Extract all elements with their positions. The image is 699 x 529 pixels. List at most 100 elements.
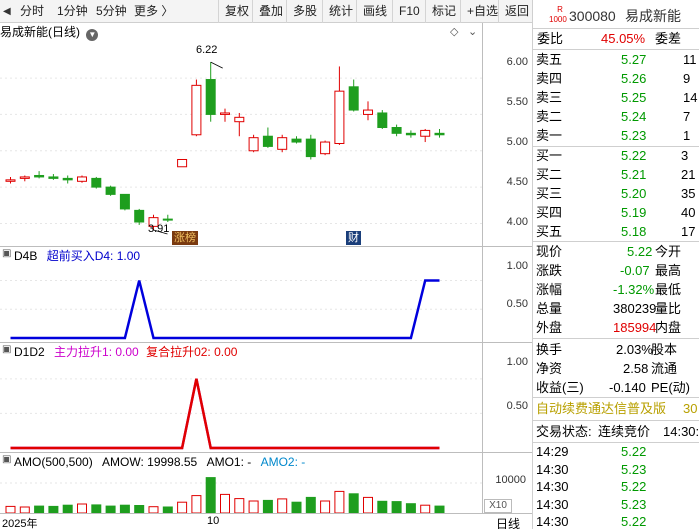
buy-volume: 40 [681,205,696,220]
buy-label: 买五 [536,224,563,239]
candle-body [5,179,16,182]
collapse-icon[interactable]: ▣ [2,344,11,355]
tick-time: 14:30 [536,496,569,512]
toolbar-item-tongji[interactable]: 统计 [322,0,353,23]
buy-volume: 17 [681,224,696,239]
collapse-icon[interactable]: ▣ [2,248,11,259]
sell-row[interactable]: 卖五 5.27 11 [533,51,699,69]
sell-label: 卖二 [536,109,563,124]
buy-price: 5.22 [621,148,647,163]
d1d2-chart[interactable] [0,361,482,452]
zhangbang-tag[interactable]: 涨榜 [172,231,198,245]
sell-row[interactable]: 卖一 5.23 1 [533,127,699,145]
amow-label: AMOW: 19998.55 [102,455,198,469]
buy-volume: 35 [681,186,696,201]
stock-code: 300080 [569,8,616,24]
toolbar-item-biaoji[interactable]: 标记 [425,0,456,23]
tick-row[interactable]: 14:30 5.22 [533,513,699,529]
finance-tag[interactable]: 财 [346,231,361,245]
stat-label: 收益(三) [536,380,584,395]
main-chart-header: 易成新能(日线) ▼ [0,23,99,41]
chart-area[interactable]: 易成新能(日线) ▼ ◇ ⌄ 6.00 5.50 5.00 4.50 4.00 … [0,23,532,529]
sell-price: 5.27 [621,52,647,67]
amo-bar [262,499,273,513]
amo-bar [434,505,445,513]
buy-row[interactable]: 买四 5.19 40 [533,204,699,222]
price-tick: 6.00 [506,56,528,68]
sell-row[interactable]: 卖四 5.26 9 [533,70,699,88]
sell-price: 5.25 [621,90,647,105]
stat-row[interactable]: 换手 2.03% 股本 [533,341,699,359]
sell-volume: 14 [683,90,698,105]
buy-row[interactable]: 买五 5.18 17 [533,223,699,241]
stat-label-2: 最高 [655,263,682,278]
sell-label: 卖五 [536,52,563,67]
stat-row[interactable]: 总量 380239 量比 [533,300,699,318]
stat-value: -0.07 [620,263,650,278]
collapse-icon[interactable]: ▣ [2,454,11,465]
buy-volume: 3 [681,148,689,163]
toolbar-item-duogu[interactable]: 多股 [286,0,317,23]
tick-row[interactable]: 14:30 5.22 [533,478,699,496]
sell-volume: 1 [683,128,691,143]
candle-body [405,132,416,136]
d4b-chart[interactable] [0,265,482,342]
chevron-down-icon[interactable]: ⌄ [468,25,477,38]
toolbar-item-5min[interactable]: 5分钟 [96,0,127,23]
subscription-banner[interactable]: 自动续费通达信普及版 30 [533,400,699,418]
toolbar-item-huaxian[interactable]: 画线 [356,0,387,23]
amo-bar [62,504,73,513]
tick-time: 14:30 [536,461,569,477]
stat-row[interactable]: 外盘 185994 内盘 [533,319,699,337]
stat-row[interactable]: 收益(三) -0.140 PE(动) [533,379,699,397]
price-tick: 4.00 [506,216,528,228]
candle-body [377,112,388,129]
period-label[interactable]: 日线 [496,515,520,529]
sell-row[interactable]: 卖三 5.25 14 [533,89,699,107]
tick-row[interactable]: 14:30 5.23 [533,496,699,514]
tick-price: 5.23 [621,461,647,477]
stat-row[interactable]: 现价 5.22 今开 [533,243,699,261]
buy-label: 买一 [536,148,563,163]
stat-value: 380239 [613,301,657,316]
stat-row[interactable]: 涨幅 -1.32% 最低 [533,281,699,299]
chevron-down-icon[interactable]: ▼ [86,29,99,41]
stat-row[interactable]: 涨跌 -0.07 最高 [533,262,699,280]
toolbar-item-fuquan[interactable]: 复权 [218,0,249,23]
buy-row[interactable]: 买一 5.22 3 [533,147,699,165]
amo-bar [5,505,16,513]
tick-row[interactable]: 14:29 5.22 [533,443,699,461]
tick-row[interactable]: 14:30 5.23 [533,461,699,479]
stat-label: 换手 [536,342,563,357]
amo-bar [405,503,416,513]
amo-bar [148,506,159,513]
buy-row[interactable]: 买三 5.20 35 [533,185,699,203]
toolbar-item-f10[interactable]: F10 [392,0,420,23]
candle-body [434,132,445,136]
toolbar-item-fenshi[interactable]: 分时 [20,0,44,23]
stat-label: 涨幅 [536,282,563,297]
toolbar-item-add-watchlist[interactable]: +自选 [460,0,498,23]
toolbar-item-back[interactable]: 返回 [498,0,529,23]
buy-row[interactable]: 买二 5.21 21 [533,166,699,184]
stat-row[interactable]: 净资 2.58 流通 [533,360,699,378]
low-price-label: 3.91 [148,223,170,235]
badge-1000: 1000 [549,15,567,24]
amo-bar [191,495,202,513]
collapse-arrow-icon[interactable]: ◀ [3,0,11,23]
amo-chart[interactable] [0,471,482,513]
sell-price: 5.24 [621,109,647,124]
diamond-icon[interactable]: ◇ [450,25,458,38]
amo-bar [348,493,359,513]
toolbar-item-diejia[interactable]: 叠加 [252,0,283,23]
amo-bar [234,498,245,513]
sell-volume: 11 [683,52,697,67]
candle-body [363,109,373,115]
buy-label: 买二 [536,167,563,182]
toolbar-item-more[interactable]: 更多 〉 [134,0,173,23]
toolbar-item-1min[interactable]: 1分钟 [57,0,88,23]
candle-body [234,116,245,123]
sell-row[interactable]: 卖二 5.24 7 [533,108,699,126]
candlestick-chart[interactable] [0,41,482,246]
amo-header: AMO(500,500) AMOW: 19998.55 AMO1: - AMO2… [0,453,305,471]
